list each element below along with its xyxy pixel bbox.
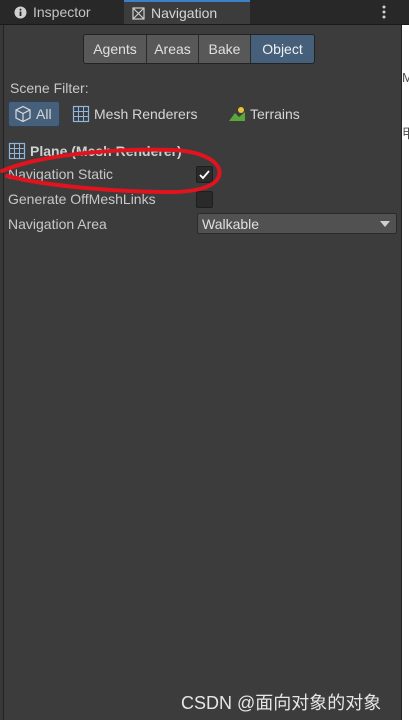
navigation-icon — [132, 6, 145, 20]
window-tab-bar: Inspector Navigation — [0, 0, 409, 25]
object-button[interactable]: Object — [251, 35, 314, 63]
navigation-area-value: Walkable — [202, 215, 260, 232]
mode-toolbar: Agents Areas Bake Object — [83, 34, 315, 64]
filter-all-label: All — [36, 106, 52, 122]
scene-filter-label: Scene Filter: — [10, 80, 89, 96]
areas-button[interactable]: Areas — [147, 35, 199, 63]
filter-terrains-button[interactable]: Terrains — [228, 101, 300, 127]
bake-button[interactable]: Bake — [199, 35, 251, 63]
dropdown-arrow-icon — [380, 221, 390, 227]
watermark: CSDN @面向对象的对象 — [181, 693, 382, 713]
navigation-panel: Agents Areas Bake Object Scene Filter: A… — [3, 25, 402, 720]
mesh-grid-icon — [72, 105, 90, 123]
terrain-icon — [228, 105, 246, 123]
cube-icon — [14, 105, 32, 123]
navigation-area-label: Navigation Area — [8, 216, 107, 232]
tab-navigation-label: Navigation — [151, 5, 218, 21]
tab-inspector-label: Inspector — [33, 4, 91, 20]
filter-all-button[interactable]: All — [8, 101, 60, 127]
adjacent-fragment-2: 甲 — [402, 126, 409, 141]
more-options-icon[interactable] — [377, 2, 391, 22]
agents-button[interactable]: Agents — [84, 35, 147, 63]
tab-inspector[interactable]: Inspector — [0, 0, 122, 24]
red-annotation-scribble — [0, 147, 222, 195]
filter-mesh-renderers-button[interactable]: Mesh Renderers — [72, 101, 198, 127]
tab-navigation[interactable]: Navigation — [124, 0, 250, 24]
navigation-area-dropdown[interactable]: Walkable — [197, 213, 397, 234]
filter-mesh-label: Mesh Renderers — [94, 106, 198, 122]
adjacent-panel-strip: M 甲 — [401, 25, 409, 720]
filter-terrains-label: Terrains — [250, 106, 300, 122]
adjacent-fragment-1: M — [402, 70, 409, 85]
info-icon — [14, 6, 27, 19]
